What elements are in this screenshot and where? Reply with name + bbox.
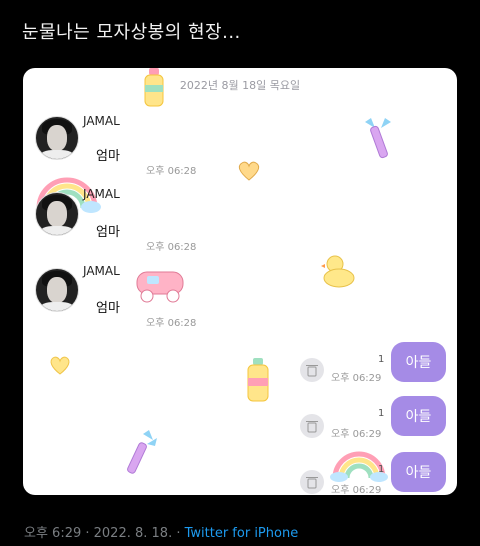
unread-count: 1 <box>378 464 385 475</box>
unread-count: 1 <box>378 408 385 419</box>
message-time: 오후 06:29 <box>331 373 382 384</box>
heart-sticker-icon <box>238 161 260 181</box>
message-time: 오후 06:28 <box>146 166 197 177</box>
outgoing-message[interactable]: 아들 <box>391 452 446 492</box>
delete-icon[interactable] <box>300 358 324 382</box>
wand-sticker-icon <box>127 430 157 474</box>
incoming-message[interactable]: 엄마 <box>96 221 120 240</box>
outgoing-message[interactable]: 아들 <box>391 396 446 436</box>
rainbow-sticker-icon <box>330 451 388 482</box>
message-time: 오후 06:28 <box>146 318 197 329</box>
tweet-source-link[interactable]: Twitter for iPhone <box>185 526 299 541</box>
delete-icon[interactable] <box>300 414 324 438</box>
car-sticker-icon <box>136 271 184 303</box>
avatar[interactable] <box>35 268 79 312</box>
avatar[interactable] <box>35 192 79 236</box>
tweet-timestamp[interactable]: 오후 6:29 · 2022. 8. 18. · <box>24 526 185 541</box>
incoming-message[interactable]: 엄마 <box>96 145 120 164</box>
incoming-message[interactable]: 엄마 <box>96 297 120 316</box>
bottle-sticker-icon <box>247 358 269 402</box>
unread-count: 1 <box>378 354 385 365</box>
outgoing-message[interactable]: 아들 <box>391 342 446 382</box>
message-time: 오후 06:28 <box>146 242 197 253</box>
sender-name: JAMAL <box>83 264 120 278</box>
duck-sticker-icon <box>321 255 355 288</box>
message-time: 오후 06:29 <box>331 429 382 440</box>
delete-icon[interactable] <box>300 470 324 494</box>
heart-sticker-icon <box>50 356 70 375</box>
chat-screenshot: 2022년 8월 18일 목요일 JAMAL 엄마 오후 06:28 JAMAL… <box>23 68 457 495</box>
message-time: 오후 06:29 <box>331 485 382 495</box>
sender-name: JAMAL <box>83 114 120 128</box>
avatar[interactable] <box>35 116 79 160</box>
sender-name: JAMAL <box>83 187 120 201</box>
tweet-metadata: 오후 6:29 · 2022. 8. 18. · Twitter for iPh… <box>24 522 298 541</box>
wand-sticker-icon <box>365 118 391 159</box>
tweet-text: 눈물나는 모자상봉의 현장... <box>22 22 241 43</box>
chat-date: 2022년 8월 18일 목요일 <box>179 79 301 92</box>
